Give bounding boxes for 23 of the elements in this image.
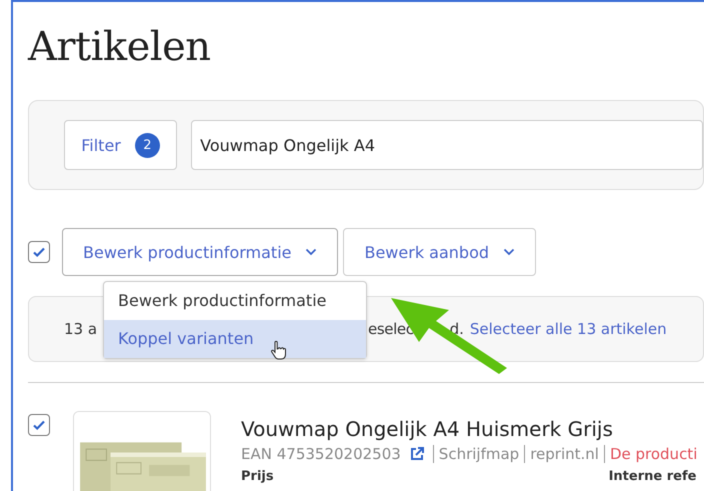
filter-button[interactable]: Filter 2 — [64, 120, 178, 170]
ean-text: EAN 4753520202503 — [241, 445, 401, 463]
warning-text: De producti — [604, 445, 702, 463]
filter-count-badge: 2 — [134, 132, 160, 158]
supplier-text: reprint.nl — [524, 445, 604, 463]
category-text: Schrijfmap — [432, 445, 524, 463]
field-label: Interne refe — [608, 469, 696, 484]
chevron-down-icon — [503, 248, 516, 256]
product-name: Vouwmap Ongelijk A4 Huismerk Grijs — [241, 417, 614, 441]
select-all-checkbox[interactable] — [28, 241, 50, 263]
banner-text: eselec — [368, 320, 414, 338]
page-title: Artikelen — [28, 23, 212, 72]
chevron-down-icon — [305, 248, 318, 256]
dropdown-button[interactable]: Bewerk productinformatie — [62, 228, 338, 276]
menu-item[interactable]: Koppel varianten — [104, 320, 366, 358]
external-link-icon[interactable] — [408, 446, 425, 462]
field-label: Prijs — [241, 469, 274, 484]
dropdown-button[interactable]: Bewerk aanbod — [343, 228, 536, 276]
search-field[interactable]: Vouwmap Ongelijk A4 — [191, 120, 703, 170]
product-checkbox[interactable] — [28, 414, 50, 436]
select-all-link[interactable]: Selecteer alle 13 artikelen — [470, 320, 667, 338]
menu-item[interactable]: Bewerk productinformatie — [104, 282, 366, 320]
banner-text: 13 a — [64, 320, 98, 338]
